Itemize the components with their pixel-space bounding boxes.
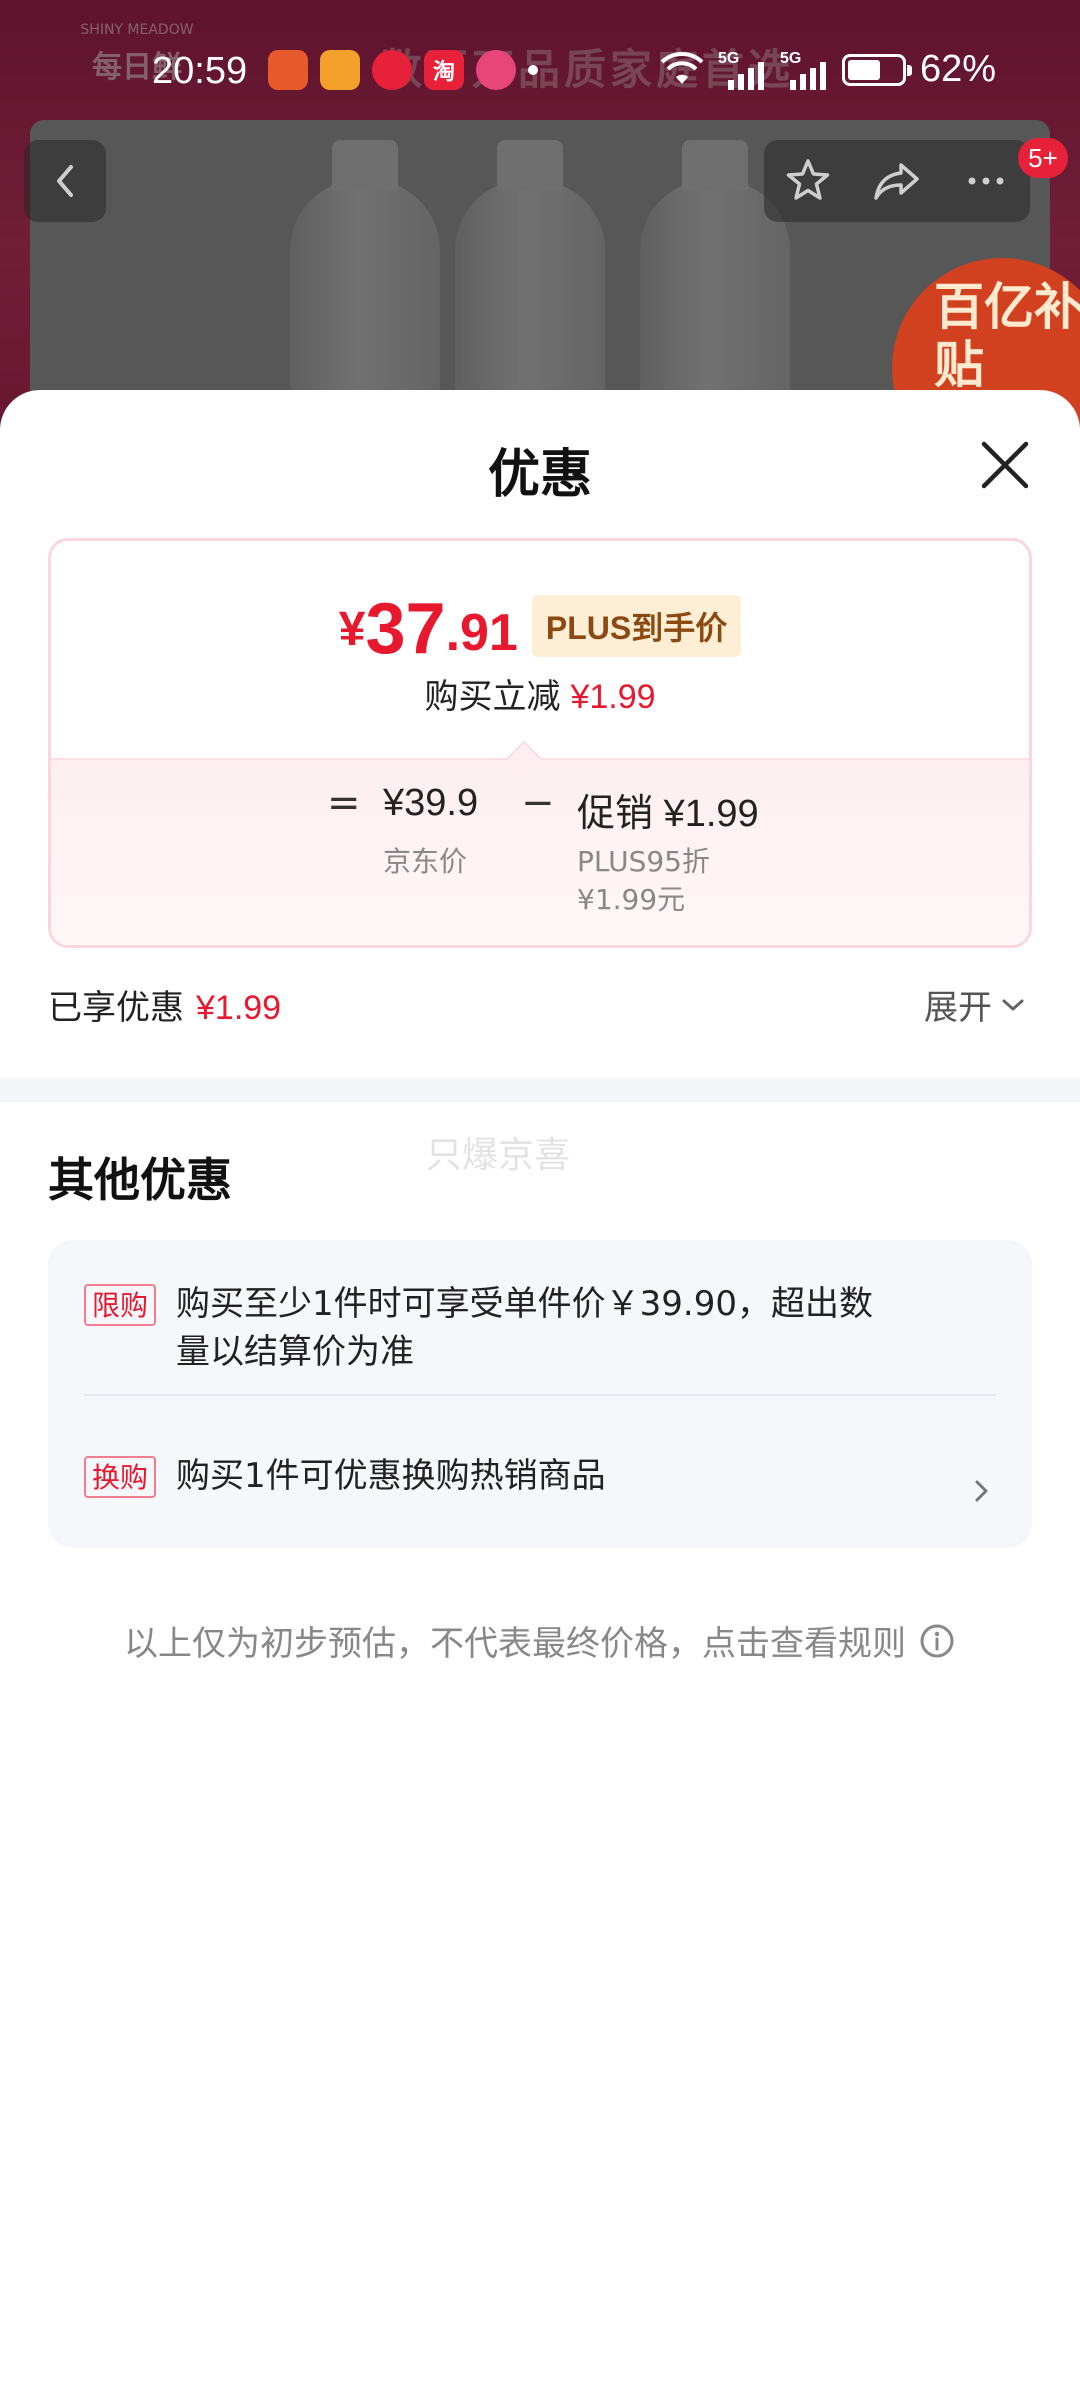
- price-integer: 37: [365, 589, 446, 669]
- list-item: 限购 购买至少1件时可享受单件价￥39.90，超出数 量以结算价为准: [84, 1280, 996, 1376]
- expand-button[interactable]: 展开: [924, 980, 1026, 1029]
- wifi-icon: [660, 51, 704, 84]
- share-icon[interactable]: [871, 155, 923, 207]
- promo-row: 促销 ¥1.99: [577, 782, 759, 837]
- instant-discount-amount: ¥1.99: [570, 678, 656, 716]
- status-app-icons: 淘: [268, 50, 538, 90]
- signal-icon: 5G: [718, 50, 766, 90]
- discount-sheet: 优惠 ¥ 37 .91 PLUS到手价 购买立减 ¥1.99 = ¥39.9 京东…: [0, 390, 1080, 2400]
- chevron-down-icon: [1002, 999, 1024, 1010]
- more-notifications-dot: [528, 65, 538, 75]
- plus-price-tag: PLUS到手价: [531, 595, 742, 657]
- back-button[interactable]: [24, 140, 106, 222]
- promo-amount: ¥1.99: [663, 793, 759, 835]
- breakdown-pointer: [505, 740, 543, 778]
- sheet-title: 优惠: [487, 445, 592, 505]
- promo-label: 促销: [577, 793, 654, 835]
- offer-divider: [84, 1394, 996, 1396]
- price-currency: ¥: [338, 603, 366, 656]
- enjoyed-label: 已享优惠: [48, 988, 184, 1028]
- price-decimal: .91: [445, 604, 518, 662]
- chevron-left-icon: [57, 165, 73, 197]
- app-icon-heart: [372, 50, 412, 90]
- star-icon[interactable]: [782, 155, 834, 207]
- footnote-text: 以上仅为初步预估，不代表最终价格，点击查看规则: [124, 1624, 906, 1664]
- instant-discount-row: 购买立减 ¥1.99: [51, 669, 1029, 718]
- price-breakdown: = ¥39.9 京东价 − 促销 ¥1.99 PLUS95折 ¥1.99元: [51, 740, 1029, 945]
- status-time: 20:59: [152, 50, 248, 92]
- status-bar: 20:59 淘 5G 5G 62%: [0, 0, 1080, 140]
- price-card: ¥ 37 .91 PLUS到手价 购买立减 ¥1.99 = ¥39.9 京东价 −…: [48, 538, 1032, 948]
- jd-price-label: 京东价: [383, 845, 468, 878]
- app-icon-orange: [268, 50, 308, 90]
- app-icon-video: [320, 50, 360, 90]
- status-indicators: 5G 5G 62%: [660, 48, 996, 91]
- app-icon-taobao: 淘: [424, 50, 464, 90]
- battery-icon: [842, 53, 912, 86]
- jd-price-value: ¥39.9: [383, 782, 479, 824]
- equals-sign: =: [327, 780, 361, 826]
- offer-text-line: 购买至少1件时可享受单件价￥39.90，超出数: [176, 1284, 873, 1324]
- watermark-text: 只爆京喜: [426, 1135, 571, 1176]
- more-icon[interactable]: [960, 155, 1012, 207]
- enjoyed-amount: ¥1.99: [196, 989, 282, 1027]
- app-icon-pink: [476, 50, 516, 90]
- chevron-right-icon[interactable]: [970, 1474, 994, 1508]
- other-offers-title: 其他优惠: [48, 1153, 232, 1207]
- expand-label: 展开: [924, 988, 992, 1028]
- battery-percent: 62%: [920, 48, 997, 90]
- signal-icon: 5G: [780, 50, 828, 90]
- list-item[interactable]: 换购 购买1件可优惠换购热销商品: [84, 1452, 996, 1500]
- info-icon[interactable]: [918, 1622, 956, 1660]
- enjoyed-discount: 已享优惠 ¥1.99: [48, 980, 281, 1029]
- instant-discount-label: 购买立减: [424, 677, 561, 717]
- minus-sign: −: [521, 780, 555, 826]
- offer-text: 购买1件可优惠换购热销商品: [176, 1456, 606, 1496]
- offer-tag: 换购: [84, 1456, 157, 1498]
- top-action-group: [764, 140, 1030, 222]
- rules-footnote[interactable]: 以上仅为初步预估，不代表最终价格，点击查看规则: [0, 1616, 1080, 1665]
- offer-text-line: 量以结算价为准: [176, 1332, 415, 1372]
- notification-badge: 5+: [1018, 138, 1068, 178]
- promo-detail: ¥1.99元: [577, 883, 686, 916]
- final-price-row: ¥ 37 .91 PLUS到手价: [51, 593, 1029, 665]
- promo-detail: PLUS95折: [577, 845, 710, 878]
- offer-tag: 限购: [84, 1284, 157, 1326]
- close-icon[interactable]: [976, 436, 1034, 494]
- other-offers-list: 限购 购买至少1件时可享受单件价￥39.90，超出数 量以结算价为准 换购 购买…: [48, 1240, 1032, 1548]
- offer-text: 购买至少1件时可享受单件价￥39.90，超出数 量以结算价为准: [176, 1280, 873, 1376]
- final-price: ¥ 37 .91: [339, 593, 518, 665]
- section-divider: [0, 1078, 1080, 1102]
